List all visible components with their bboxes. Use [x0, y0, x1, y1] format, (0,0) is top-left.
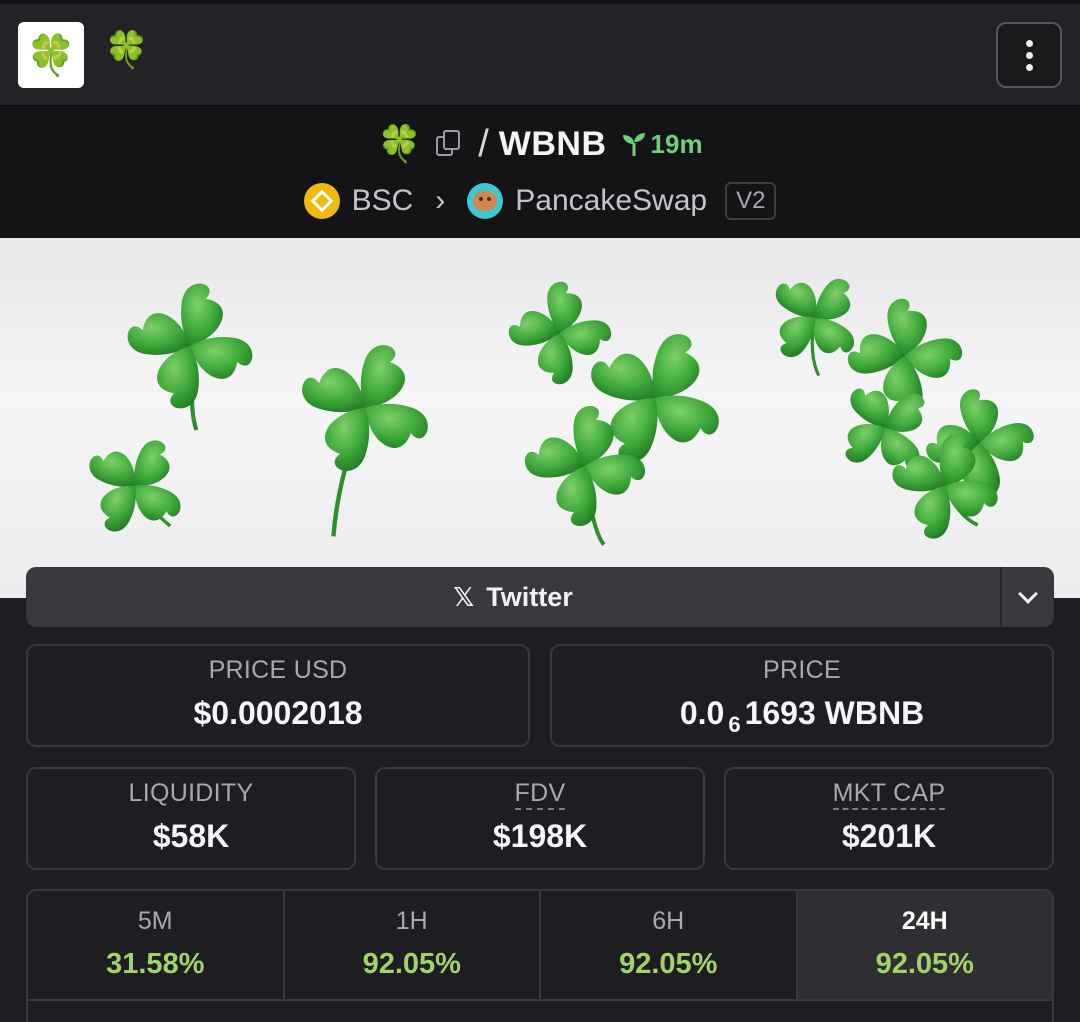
base-token-symbol: 🍀 — [377, 123, 423, 164]
clover-illustration — [70, 253, 1049, 551]
top-bar: 🍀 🍀 — [0, 0, 1080, 106]
timeframe-tab-1h[interactable]: 1H 92.05% — [285, 891, 541, 999]
fdv-card: FDV $198K — [375, 767, 705, 870]
pair-age: 19m — [621, 129, 703, 160]
token-banner-image — [0, 238, 1080, 598]
clover-icon: 🍀 — [26, 33, 76, 78]
price-native-value: 0.0 6 1693 WBNB — [679, 695, 925, 737]
price-change-value: 92.05% — [362, 948, 461, 980]
more-links-dropdown-button[interactable] — [1000, 567, 1054, 627]
social-links-bar: 𝕏 Twitter — [26, 567, 1054, 627]
pancakeswap-icon — [467, 183, 504, 219]
chain-dex-breadcrumb: BSC › PancakeSwap V2 — [0, 176, 1080, 226]
copy-icon[interactable] — [436, 130, 462, 158]
price-usd-card: PRICE USD $0.0002018 — [26, 644, 530, 747]
bsc-icon — [303, 183, 340, 219]
price-native-card: PRICE 0.0 6 1693 WBNB — [550, 644, 1054, 747]
token-logo[interactable]: 🍀 — [18, 22, 84, 88]
liquidity-label: LIQUIDITY — [128, 779, 254, 807]
more-menu-button[interactable] — [996, 22, 1062, 88]
dex-link[interactable]: PancakeSwap — [515, 184, 707, 218]
twitter-label: Twitter — [486, 581, 573, 612]
pair-title: 🍀 / WBNB 19m — [0, 120, 1080, 168]
fdv-value: $198K — [492, 818, 588, 854]
liquidity-value: $58K — [152, 818, 230, 854]
market-cap-card: MKT CAP $201K — [724, 767, 1054, 870]
chevron-right-icon: › — [435, 184, 446, 217]
price-zero-count: 6 — [728, 712, 741, 737]
price-change-timeframes: 5M 31.58% 1H 92.05% 6H 92.05% 24H 92.05% — [26, 889, 1054, 1022]
fdv-label[interactable]: FDV — [377, 779, 703, 810]
x-logo-icon: 𝕏 — [453, 581, 475, 612]
menu-dot — [1025, 51, 1033, 59]
market-cap-value: $201K — [841, 818, 937, 854]
timeframe-tab-24h[interactable]: 24H 92.05% — [797, 891, 1052, 999]
liquidity-card: LIQUIDITY $58K — [26, 767, 356, 870]
price-change-value: 92.05% — [619, 948, 718, 980]
menu-dot — [1025, 39, 1033, 47]
price-change-value: 92.05% — [875, 948, 974, 980]
chain-link[interactable]: BSC — [352, 184, 414, 218]
price-change-value: 31.58% — [106, 948, 205, 980]
timeframe-tab-5m[interactable]: 5M 31.58% — [28, 891, 285, 999]
version-badge: V2 — [725, 182, 777, 220]
quote-token-symbol: WBNB — [498, 124, 607, 163]
pair-header: 🍀 / WBNB 19m BSC › PancakeSwap V2 — [0, 106, 1080, 238]
age-value: 19m — [650, 128, 703, 159]
seedling-icon — [622, 133, 645, 156]
price-usd-label: PRICE USD — [208, 656, 348, 684]
price-usd-value: $0.0002018 — [193, 695, 363, 731]
token-symbol-clover: 🍀 — [104, 29, 149, 70]
menu-dot — [1025, 63, 1033, 71]
price-native-label: PRICE — [763, 656, 841, 684]
chevron-down-icon — [1018, 584, 1038, 604]
timeframe-tab-6h[interactable]: 6H 92.05% — [541, 891, 798, 999]
twitter-link-button[interactable]: 𝕏 Twitter — [26, 567, 1000, 627]
market-cap-label[interactable]: MKT CAP — [726, 779, 1052, 810]
pair-separator: / — [478, 122, 489, 165]
